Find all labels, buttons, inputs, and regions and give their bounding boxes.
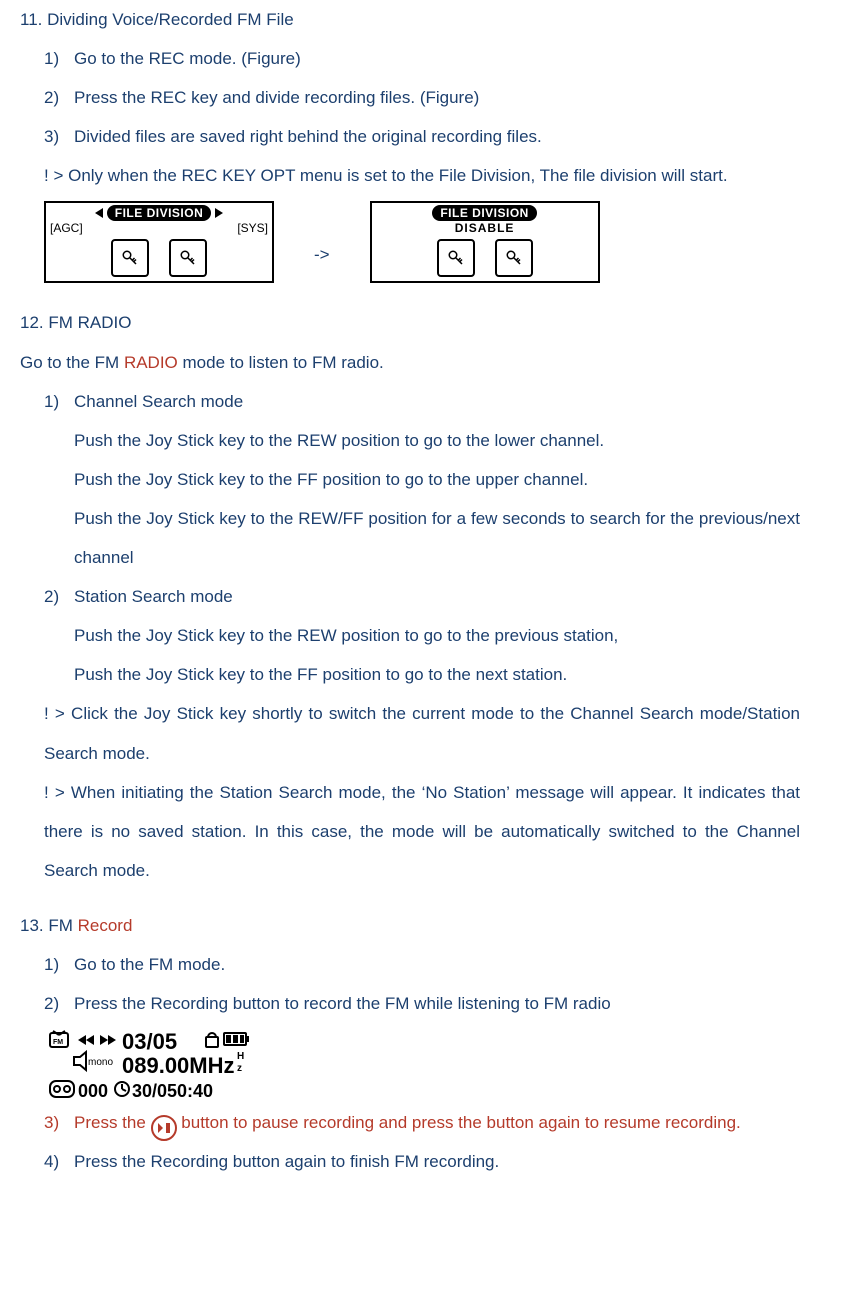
step-text: Channel Search mode (74, 392, 243, 411)
sec11-step-2: 2) Press the REC key and divide recordin… (44, 78, 800, 117)
key-icon (179, 249, 197, 267)
sec11-note-1: ! > Only when the REC KEY OPT menu is se… (44, 156, 800, 195)
intro-a: Go to the FM (20, 353, 124, 372)
section-12-title: 12. FM RADIO (20, 303, 800, 342)
title-record: Record (78, 916, 133, 935)
track-text: 03/05 (122, 1029, 177, 1054)
mono-text: mono (88, 1057, 113, 1068)
lcd-header-pill: FILE DIVISION (432, 205, 537, 221)
step-text-b: button to pause recording and press the … (181, 1113, 740, 1132)
step-num: 3) (44, 117, 59, 156)
step-num: 2) (44, 984, 59, 1023)
key-icon-box (169, 239, 207, 277)
key-icon-box (495, 239, 533, 277)
key-icon (505, 249, 523, 267)
step-num: 2) (44, 78, 59, 117)
fm-lcd-figure: FM 03/05 mono 089.00MHz H z (44, 1027, 252, 1101)
step-num: 1) (44, 945, 59, 984)
sec12-step-1: 1) Channel Search mode (44, 382, 800, 421)
play-pause-icon (151, 1115, 177, 1141)
sec12-step-2b: Push the Joy Stick key to the FF positio… (44, 655, 800, 694)
step-text: Go to the REC mode. (Figure) (74, 49, 301, 68)
disable-label: DISABLE (372, 222, 598, 234)
count-text: 000 (78, 1081, 108, 1101)
title-a: 13. FM (20, 916, 78, 935)
step-num: 2) (44, 577, 59, 616)
key-icon-box (437, 239, 475, 277)
h-label: H (237, 1051, 244, 1062)
sys-label: [SYS] (237, 222, 268, 234)
key-icon (447, 249, 465, 267)
figure-file-division: FILE DIVISION [AGC] [SYS] -> FILE DIVISI… (44, 201, 800, 283)
step-num: 1) (44, 382, 59, 421)
sec12-step-1a: Push the Joy Stick key to the REW positi… (44, 421, 800, 460)
step-text: Press the REC key and divide recording f… (74, 88, 479, 107)
sec12-step-2a: Push the Joy Stick key to the REW positi… (44, 616, 800, 655)
sec11-step-3: 3) Divided files are saved right behind … (44, 117, 800, 156)
z-label: z (237, 1063, 242, 1074)
svg-text:FM: FM (53, 1039, 63, 1046)
step-text: Go to the FM mode. (74, 955, 225, 974)
sec12-note-1: ! > Click the Joy Stick key shortly to s… (44, 694, 800, 772)
lcd-header-pill: FILE DIVISION (107, 205, 212, 221)
intro-b: mode to listen to FM radio. (178, 353, 384, 372)
sec13-step-2: 2) Press the Recording button to record … (44, 984, 800, 1023)
triangle-right-icon (215, 208, 223, 218)
section-13-title: 13. FM Record (20, 906, 800, 945)
key-icon-box (111, 239, 149, 277)
sec12-step-2: 2) Station Search mode (44, 577, 800, 616)
step-text: Divided files are saved right behind the… (74, 127, 542, 146)
intro-radio: RADIO (124, 353, 178, 372)
agc-label: [AGC] (50, 222, 83, 234)
sec13-step-1: 1) Go to the FM mode. (44, 945, 800, 984)
step-text: Station Search mode (74, 587, 233, 606)
lcd-left: FILE DIVISION [AGC] [SYS] (44, 201, 274, 283)
step-num: 4) (44, 1142, 59, 1181)
step-num: 3) (44, 1103, 59, 1142)
arrow-text: -> (314, 246, 330, 283)
section-11-title: 11. Dividing Voice/Recorded FM File (20, 0, 800, 39)
sec12-note-2: ! > When initiating the Station Search m… (44, 773, 800, 890)
sec13-step-4: 4) Press the Recording button again to f… (44, 1142, 800, 1181)
sec13-step-3: 3) Press the button to pause recording a… (44, 1103, 800, 1142)
step-text: Press the Recording button to record the… (74, 994, 611, 1013)
sec12-step-1c: Push the Joy Stick key to the REW/FF pos… (44, 499, 800, 577)
sec12-step-1b: Push the Joy Stick key to the FF positio… (44, 460, 800, 499)
step-num: 1) (44, 39, 59, 78)
time-text: 30/050:40 (132, 1081, 213, 1101)
freq-text: 089.00MHz (122, 1053, 235, 1078)
key-icon (121, 249, 139, 267)
step-text: Press the Recording button again to fini… (74, 1152, 499, 1171)
lcd-right: FILE DIVISION DISABLE (370, 201, 600, 283)
sec12-intro: Go to the FM RADIO mode to listen to FM … (20, 343, 800, 382)
triangle-left-icon (95, 208, 103, 218)
step-text-a: Press the (74, 1113, 151, 1132)
sec11-step-1: 1) Go to the REC mode. (Figure) (44, 39, 800, 78)
